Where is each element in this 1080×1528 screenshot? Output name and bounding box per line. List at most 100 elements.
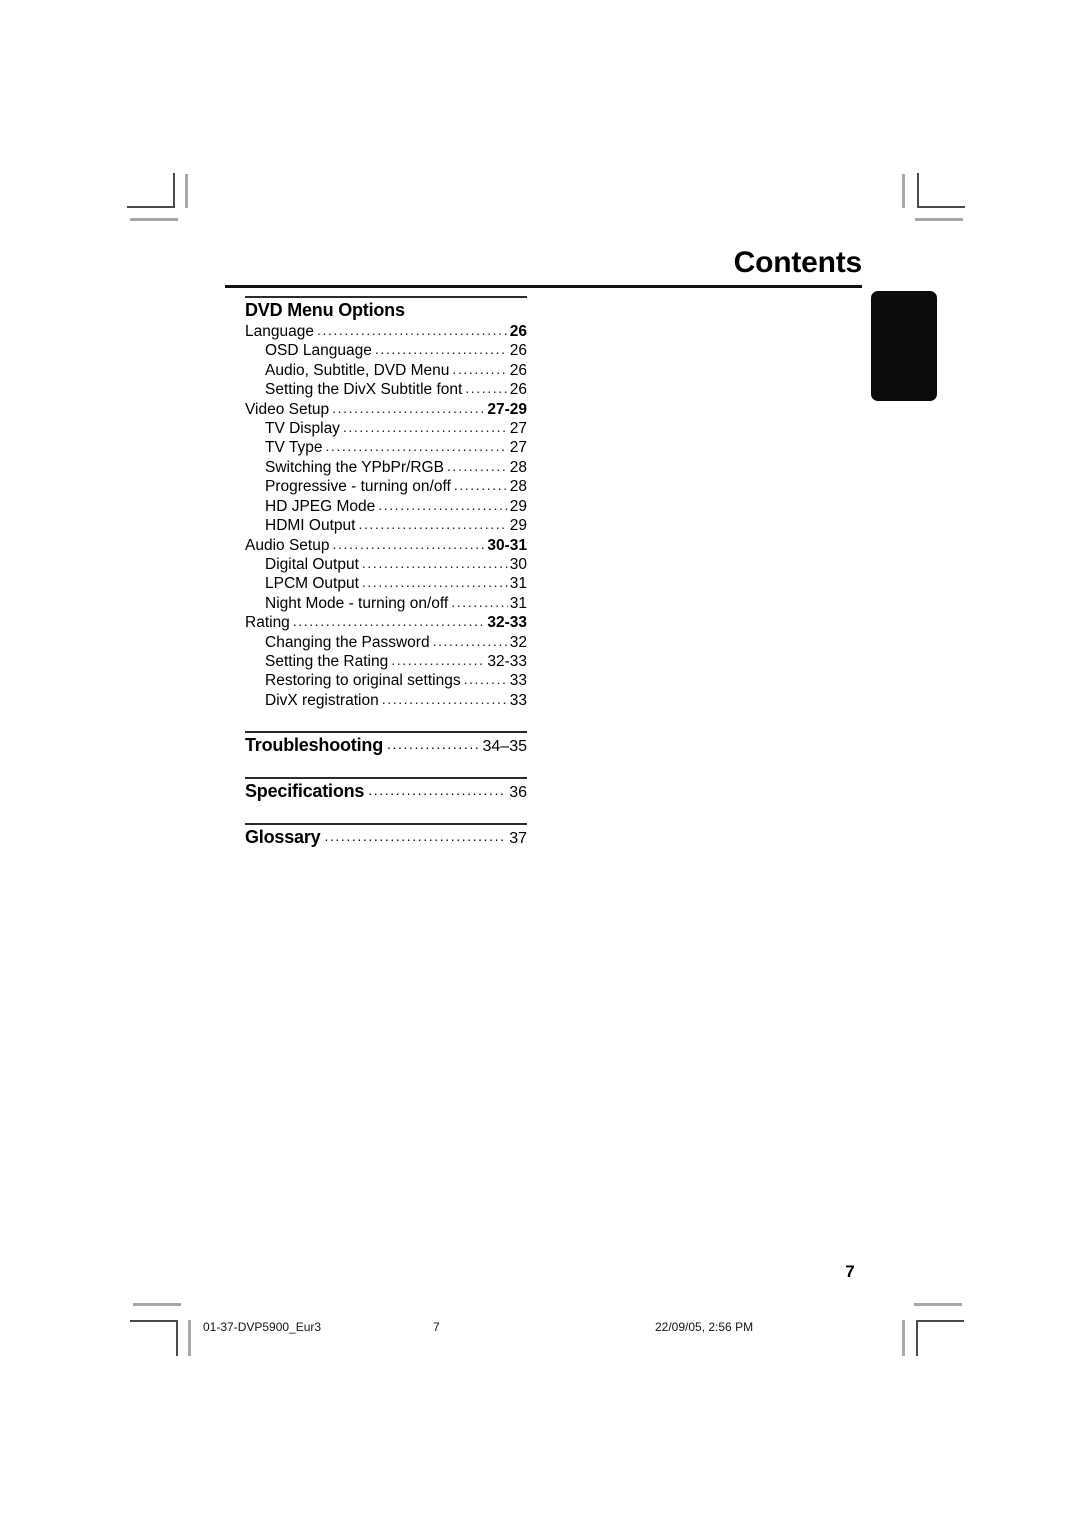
toc-row-list: Language................................… [245, 322, 527, 710]
dot-leader: ........................................… [332, 399, 485, 416]
toc-row[interactable]: Rating..................................… [245, 613, 527, 632]
toc-major-page: 37 [509, 830, 527, 848]
toc-major-label: Troubleshooting [245, 735, 383, 756]
crop-mark-bottom-right-horizontal [916, 1320, 964, 1322]
dot-leader: ........................................… [432, 632, 508, 649]
crop-mark-top-left-horizontal [127, 206, 175, 208]
dot-leader: ........................................… [292, 613, 486, 630]
toc-row[interactable]: Audio, Subtitle, DVD Menu...............… [245, 361, 527, 380]
toc-row-label: Progressive - turning on/off [265, 478, 451, 496]
dot-leader: ........................................… [387, 736, 480, 753]
crop-mark-bottom-left-horizontal [130, 1320, 178, 1322]
toc-major-entry[interactable]: Troubleshooting.........................… [245, 731, 527, 756]
toc-row-label: Setting the DivX Subtitle font [265, 381, 463, 399]
toc-row-page: 27 [509, 420, 527, 438]
toc-row-label: DivX registration [265, 691, 379, 709]
footer-page-number: 7 [433, 1320, 440, 1334]
header-divider [225, 285, 862, 288]
toc-row[interactable]: DivX registration.......................… [245, 691, 527, 710]
dot-leader: ........................................… [324, 828, 506, 845]
toc-row[interactable]: Setting the DivX Subtitle font..........… [245, 380, 527, 399]
toc-row-page: 31 [509, 575, 527, 593]
toc-section-dvd-menu-options: DVD Menu Options Language...............… [245, 296, 527, 710]
toc-row[interactable]: Audio Setup.............................… [245, 536, 527, 555]
dot-leader: ........................................… [451, 593, 508, 610]
toc-row[interactable]: Switching the YPbPr/RGB.................… [245, 458, 527, 477]
toc-major-row: Glossary................................… [245, 825, 527, 848]
dot-leader: ........................................… [391, 651, 485, 668]
toc-row-page: 27-29 [487, 400, 527, 418]
page-number: 7 [845, 1262, 855, 1281]
toc-row-page: 29 [509, 517, 527, 535]
toc-row-page: 26 [509, 342, 527, 360]
dot-leader: ........................................… [452, 360, 508, 377]
toc-major-entry[interactable]: Specifications..........................… [245, 777, 527, 802]
crop-mark-top-left-bar [185, 174, 188, 208]
toc-row-page: 33 [509, 691, 527, 709]
page-title: Contents [733, 246, 863, 279]
table-of-contents: DVD Menu Options Language...............… [245, 296, 527, 848]
toc-row-page: 32 [509, 633, 527, 651]
toc-row[interactable]: Restoring to original settings..........… [245, 671, 527, 690]
toc-major-page: 34–35 [482, 738, 528, 756]
dot-leader: ........................................… [446, 457, 508, 474]
dot-leader: ........................................… [342, 419, 508, 436]
toc-major-entry[interactable]: Glossary................................… [245, 823, 527, 848]
toc-row-page: 26 [509, 323, 527, 341]
crop-mark-bottom-right-over [914, 1303, 962, 1306]
dot-leader: ........................................… [332, 535, 485, 552]
toc-row[interactable]: Setting the Rating......................… [245, 652, 527, 671]
toc-major-row: Specifications..........................… [245, 779, 527, 802]
toc-row[interactable]: Language................................… [245, 322, 527, 341]
toc-row-page: 28 [509, 478, 527, 496]
toc-row-label: Changing the Password [265, 633, 430, 651]
dot-leader: ........................................… [368, 782, 506, 799]
toc-row-page: 27 [509, 439, 527, 457]
language-side-tab: English [871, 228, 937, 401]
toc-row-label: Setting the Rating [265, 652, 389, 670]
toc-row[interactable]: HD JPEG Mode............................… [245, 497, 527, 516]
toc-row-label: Video Setup [245, 400, 330, 418]
toc-row-label: Night Mode - turning on/off [265, 594, 449, 612]
toc-row-label: Restoring to original settings [265, 672, 461, 690]
toc-row[interactable]: TV Display..............................… [245, 419, 527, 438]
crop-mark-top-left-under [130, 218, 178, 221]
toc-row-page: 32-33 [487, 652, 527, 670]
dot-leader: ........................................… [361, 574, 508, 591]
toc-row-label: OSD Language [265, 342, 372, 360]
toc-row-page: 32-33 [487, 614, 527, 632]
toc-row-label: Audio Setup [245, 536, 330, 554]
toc-major-label: Specifications [245, 781, 365, 802]
toc-row[interactable]: HDMI Output.............................… [245, 516, 527, 535]
footer-timestamp: 22/09/05, 2:56 PM [655, 1320, 754, 1334]
toc-row-label: Digital Output [265, 555, 359, 573]
dot-leader: ........................................… [358, 516, 507, 533]
toc-major-label: Glossary [245, 827, 321, 848]
toc-row-label: HD JPEG Mode [265, 497, 376, 515]
dot-leader: ........................................… [381, 690, 508, 707]
toc-row-page: 28 [509, 458, 527, 476]
dot-leader: ........................................… [465, 380, 508, 397]
toc-row-page: 31 [509, 594, 527, 612]
toc-row-page: 30 [509, 555, 527, 573]
section-heading: DVD Menu Options [245, 300, 405, 320]
toc-major-row: Troubleshooting.........................… [245, 733, 527, 756]
toc-row[interactable]: Night Mode - turning on/off.............… [245, 594, 527, 613]
toc-row-page: 26 [509, 361, 527, 379]
toc-major-page: 36 [509, 784, 527, 802]
footer-filename: 01-37-DVP5900_Eur3 [203, 1320, 322, 1334]
dot-leader: ........................................… [378, 496, 507, 513]
toc-row[interactable]: Digital Output..........................… [245, 555, 527, 574]
toc-row[interactable]: Video Setup.............................… [245, 400, 527, 419]
toc-row[interactable]: Changing the Password...................… [245, 633, 527, 652]
toc-row[interactable]: TV Type.................................… [245, 438, 527, 457]
toc-row[interactable]: OSD Language............................… [245, 341, 527, 360]
toc-row-page: 26 [509, 381, 527, 399]
toc-row-page: 30-31 [487, 536, 527, 554]
crop-mark-bottom-left-vertical [176, 1320, 178, 1356]
crop-mark-bottom-right-vertical [916, 1320, 918, 1356]
toc-row-label: Audio, Subtitle, DVD Menu [265, 361, 450, 379]
toc-row[interactable]: LPCM Output.............................… [245, 574, 527, 593]
toc-row[interactable]: Progressive - turning on/off............… [245, 477, 527, 496]
toc-row-label: HDMI Output [265, 517, 356, 535]
